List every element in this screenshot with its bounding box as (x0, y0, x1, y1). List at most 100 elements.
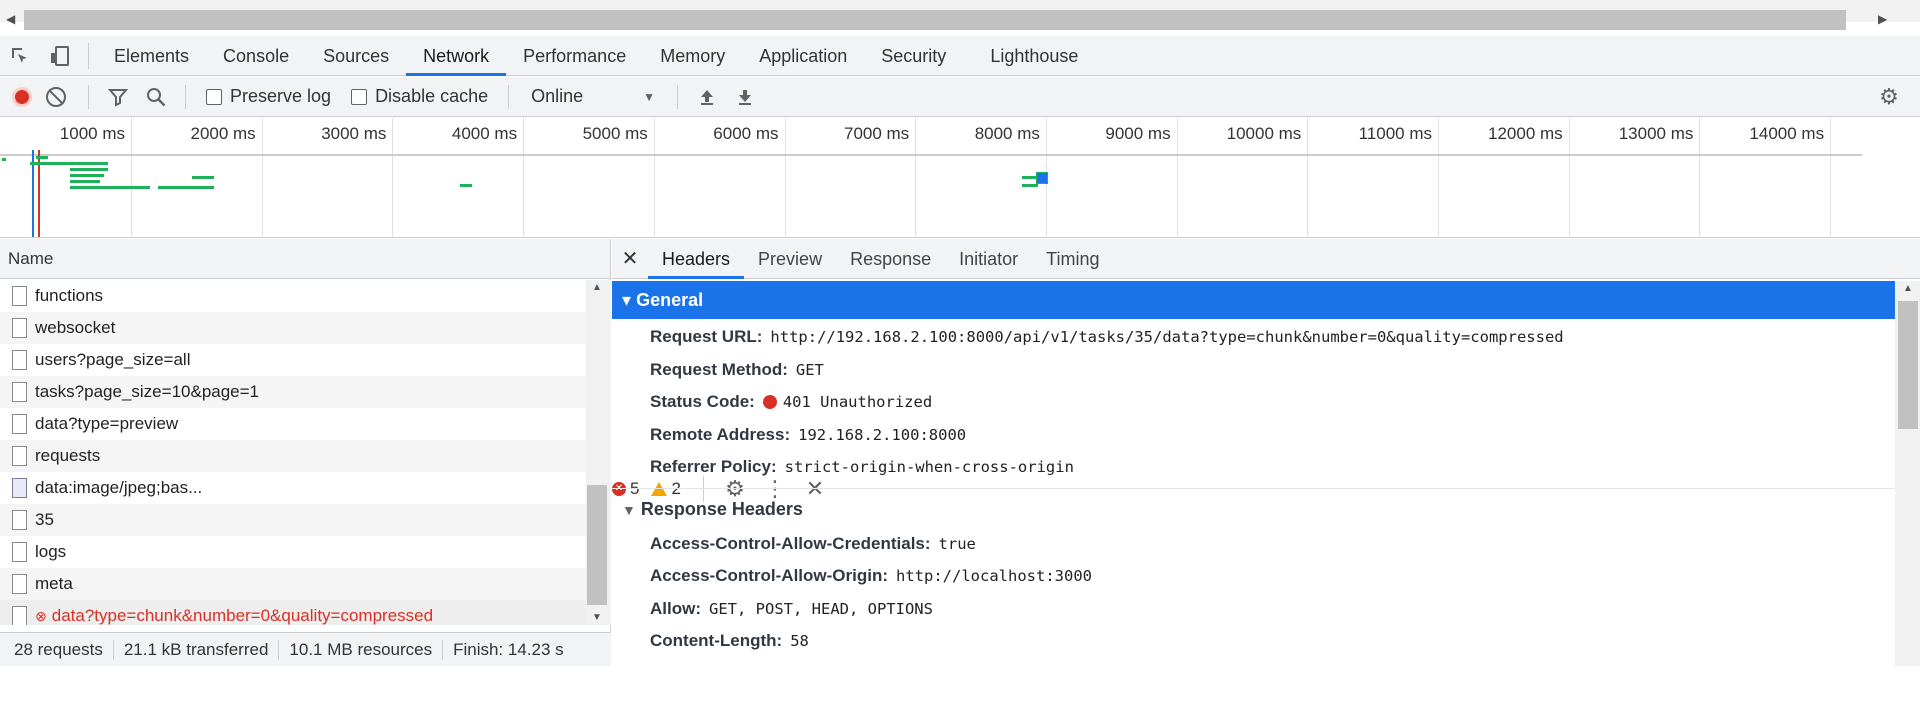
checkbox-box[interactable] (206, 88, 222, 105)
checkbox-box[interactable] (351, 88, 368, 105)
timeline-tick-label: 8000 ms (974, 124, 1040, 143)
request-bar (70, 186, 150, 189)
tab-performance[interactable]: Performance (506, 36, 643, 76)
tab-preview[interactable]: Preview (744, 239, 836, 279)
scroll-down-arrow-icon[interactable]: ▼ (592, 612, 602, 623)
throttling-select[interactable]: Online ▼ (531, 86, 655, 107)
request-list-scrollbar[interactable]: ▲ ▼ (586, 280, 611, 625)
scroll-up-arrow-icon[interactable]: ▲ (592, 282, 602, 293)
close-details-icon[interactable]: ✕ (612, 246, 648, 271)
scrollbar-thumb[interactable] (1898, 301, 1918, 429)
response-header-row: Access-Control-Allow-Credentials: true (612, 528, 1920, 561)
scroll-left-arrow-icon[interactable]: ◀ (6, 12, 15, 26)
request-bar (460, 184, 472, 187)
request-name: logs (35, 542, 67, 561)
horizontal-scrollbar[interactable]: ◀ ▶ (0, 0, 1920, 30)
tab-memory[interactable]: Memory (643, 36, 742, 76)
timeline-gridline (653, 118, 655, 237)
tab-console[interactable]: Console (206, 36, 306, 76)
request-bar (70, 174, 104, 177)
request-count: 28 requests (0, 639, 114, 660)
timeline-tick-label: 1000 ms (59, 124, 125, 143)
export-har-download-icon[interactable] (728, 80, 762, 114)
request-bar (30, 162, 108, 165)
request-name: data?type=preview (35, 414, 179, 433)
disable-cache-label: Disable cache (375, 86, 489, 106)
filter-icon[interactable] (101, 80, 135, 114)
tab-response[interactable]: Response (836, 239, 945, 279)
timeline-gridline (1307, 118, 1309, 237)
request-row[interactable]: meta (0, 568, 586, 600)
header-key: Access-Control-Allow-Credentials: (650, 533, 931, 553)
header-key: Allow: (650, 598, 701, 618)
scroll-up-arrow-icon[interactable]: ▲ (1903, 283, 1913, 294)
request-bar (70, 180, 100, 183)
name-column-header[interactable]: Name (0, 239, 610, 279)
request-name: tasks?page_size=10&page=1 (35, 382, 260, 401)
request-row[interactable]: requests (0, 440, 586, 472)
request-name: requests (35, 446, 101, 465)
scroll-right-arrow-icon[interactable]: ▶ (1878, 12, 1887, 26)
search-icon[interactable] (139, 80, 173, 114)
tab-application[interactable]: Application (742, 36, 864, 76)
request-bar (1022, 184, 1038, 187)
header-value: 192.168.2.100:8000 (798, 425, 967, 444)
detail-tabs: ✕ Headers Preview Response Initiator Tim… (612, 239, 1920, 279)
timeline-gridline (1176, 118, 1178, 237)
request-name: 35 (35, 510, 54, 529)
device-toolbar-icon[interactable] (40, 36, 80, 76)
tab-network[interactable]: Network (406, 36, 507, 76)
tab-lighthouse[interactable]: Lighthouse (973, 36, 1095, 76)
timeline-tick-label: 10000 ms (1226, 124, 1302, 143)
import-har-upload-icon[interactable] (690, 80, 724, 114)
network-settings-gear-icon[interactable]: ⚙ (1872, 80, 1906, 114)
request-bar (36, 156, 48, 159)
response-headers-section: Access-Control-Allow-Credentials: true A… (612, 528, 1920, 658)
request-row[interactable]: tasks?page_size=10&page=1 (0, 376, 586, 408)
tab-timing[interactable]: Timing (1032, 239, 1113, 279)
header-key: Status Code: (650, 392, 755, 412)
request-row[interactable]: 35 (0, 504, 586, 536)
timeline-gridline (784, 118, 786, 237)
devtools-main-toolbar: Elements Console Sources Network Perform… (0, 36, 1920, 502)
request-bar (192, 176, 214, 179)
header-key: Request URL: (650, 327, 763, 347)
document-file-icon (12, 446, 27, 466)
tab-sources[interactable]: Sources (306, 36, 406, 76)
document-file-icon (12, 606, 27, 625)
response-headers-section-header[interactable]: ▼ Response Headers (612, 487, 1895, 528)
details-scrollbar[interactable]: ▲ (1895, 281, 1920, 666)
timeline-tick-label: 14000 ms (1749, 124, 1825, 143)
request-row[interactable]: logs (0, 536, 586, 568)
clear-log-icon[interactable] (46, 86, 66, 107)
request-row[interactable]: ⊗ data?type=chunk&number=0&quality=compre… (0, 600, 586, 625)
response-header-row: Allow: GET, POST, HEAD, OPTIONS (612, 593, 1920, 626)
request-details-panel: ✕ Headers Preview Response Initiator Tim… (612, 239, 1920, 666)
header-value: http://localhost:3000 (896, 567, 1092, 586)
record-button-icon[interactable] (12, 86, 32, 107)
toolbar-divider (185, 84, 186, 109)
general-section-header[interactable]: ▾ General (612, 281, 1895, 319)
request-row[interactable]: data:image/jpeg;bas... (0, 472, 586, 504)
network-overview-timeline[interactable]: 1000 ms 2000 ms 3000 ms 4000 ms 5000 ms 6000 … (0, 118, 1920, 238)
disable-cache-checkbox[interactable]: Disable cache (351, 86, 488, 107)
throttling-value: Online (531, 86, 584, 106)
request-rows: functions websocket users?page_size=alltas… (0, 280, 586, 625)
tab-initiator[interactable]: Initiator (945, 239, 1032, 279)
remote-address-row: Remote Address: 192.168.2.100:8000 (612, 419, 1920, 452)
document-file-icon (12, 414, 27, 434)
tab-headers[interactable]: Headers (648, 239, 745, 279)
triangle-down-icon: ▼ (622, 501, 636, 518)
request-row[interactable]: websocket (0, 312, 586, 344)
scrollbar-thumb[interactable] (587, 485, 607, 605)
request-row[interactable]: data?type=preview (0, 408, 586, 440)
inspect-element-icon[interactable] (0, 36, 40, 76)
scrollbar-thumb[interactable] (24, 10, 1846, 30)
tab-security[interactable]: Security (864, 36, 963, 76)
timeline-gridline (1438, 118, 1439, 237)
document-file-icon (12, 574, 27, 594)
request-row[interactable]: users?page_size=all (0, 344, 586, 376)
preserve-log-checkbox[interactable]: Preserve log (206, 86, 331, 107)
tab-elements[interactable]: Elements (97, 36, 206, 76)
request-row[interactable]: functions (0, 280, 586, 312)
